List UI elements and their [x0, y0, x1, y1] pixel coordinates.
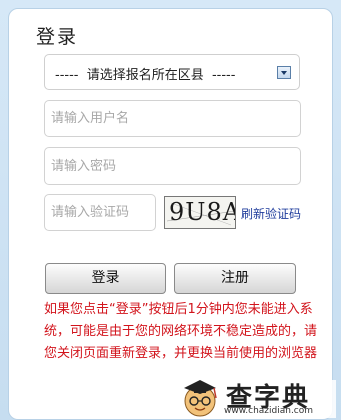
refresh-captcha-link[interactable]: 刷新验证码	[241, 205, 301, 222]
mascot-icon	[184, 380, 217, 417]
register-button[interactable]: 注册	[174, 263, 296, 294]
captcha-input[interactable]	[44, 194, 156, 231]
captcha-code: 9U8A	[169, 198, 236, 226]
login-title: 登录	[36, 26, 79, 48]
region-select-value: ----- 请选择报名所在区县 -----	[55, 68, 236, 83]
login-notice: 如果您点击“登录”按钮后1分钟内您未能进入系统，可能是由于您的网络环境不稳定造成…	[44, 302, 318, 361]
watermark-url: www.chazidian.com	[224, 406, 314, 416]
watermark: 查字典 www.chazidian.com	[178, 376, 336, 418]
dropdown-arrow-icon[interactable]	[277, 66, 291, 79]
region-select[interactable]: ----- 请选择报名所在区县 -----	[44, 54, 300, 90]
captcha-image[interactable]: 9U8A	[164, 196, 236, 229]
username-input[interactable]	[44, 100, 301, 137]
login-button[interactable]: 登录	[45, 263, 166, 294]
password-input[interactable]	[44, 147, 301, 185]
